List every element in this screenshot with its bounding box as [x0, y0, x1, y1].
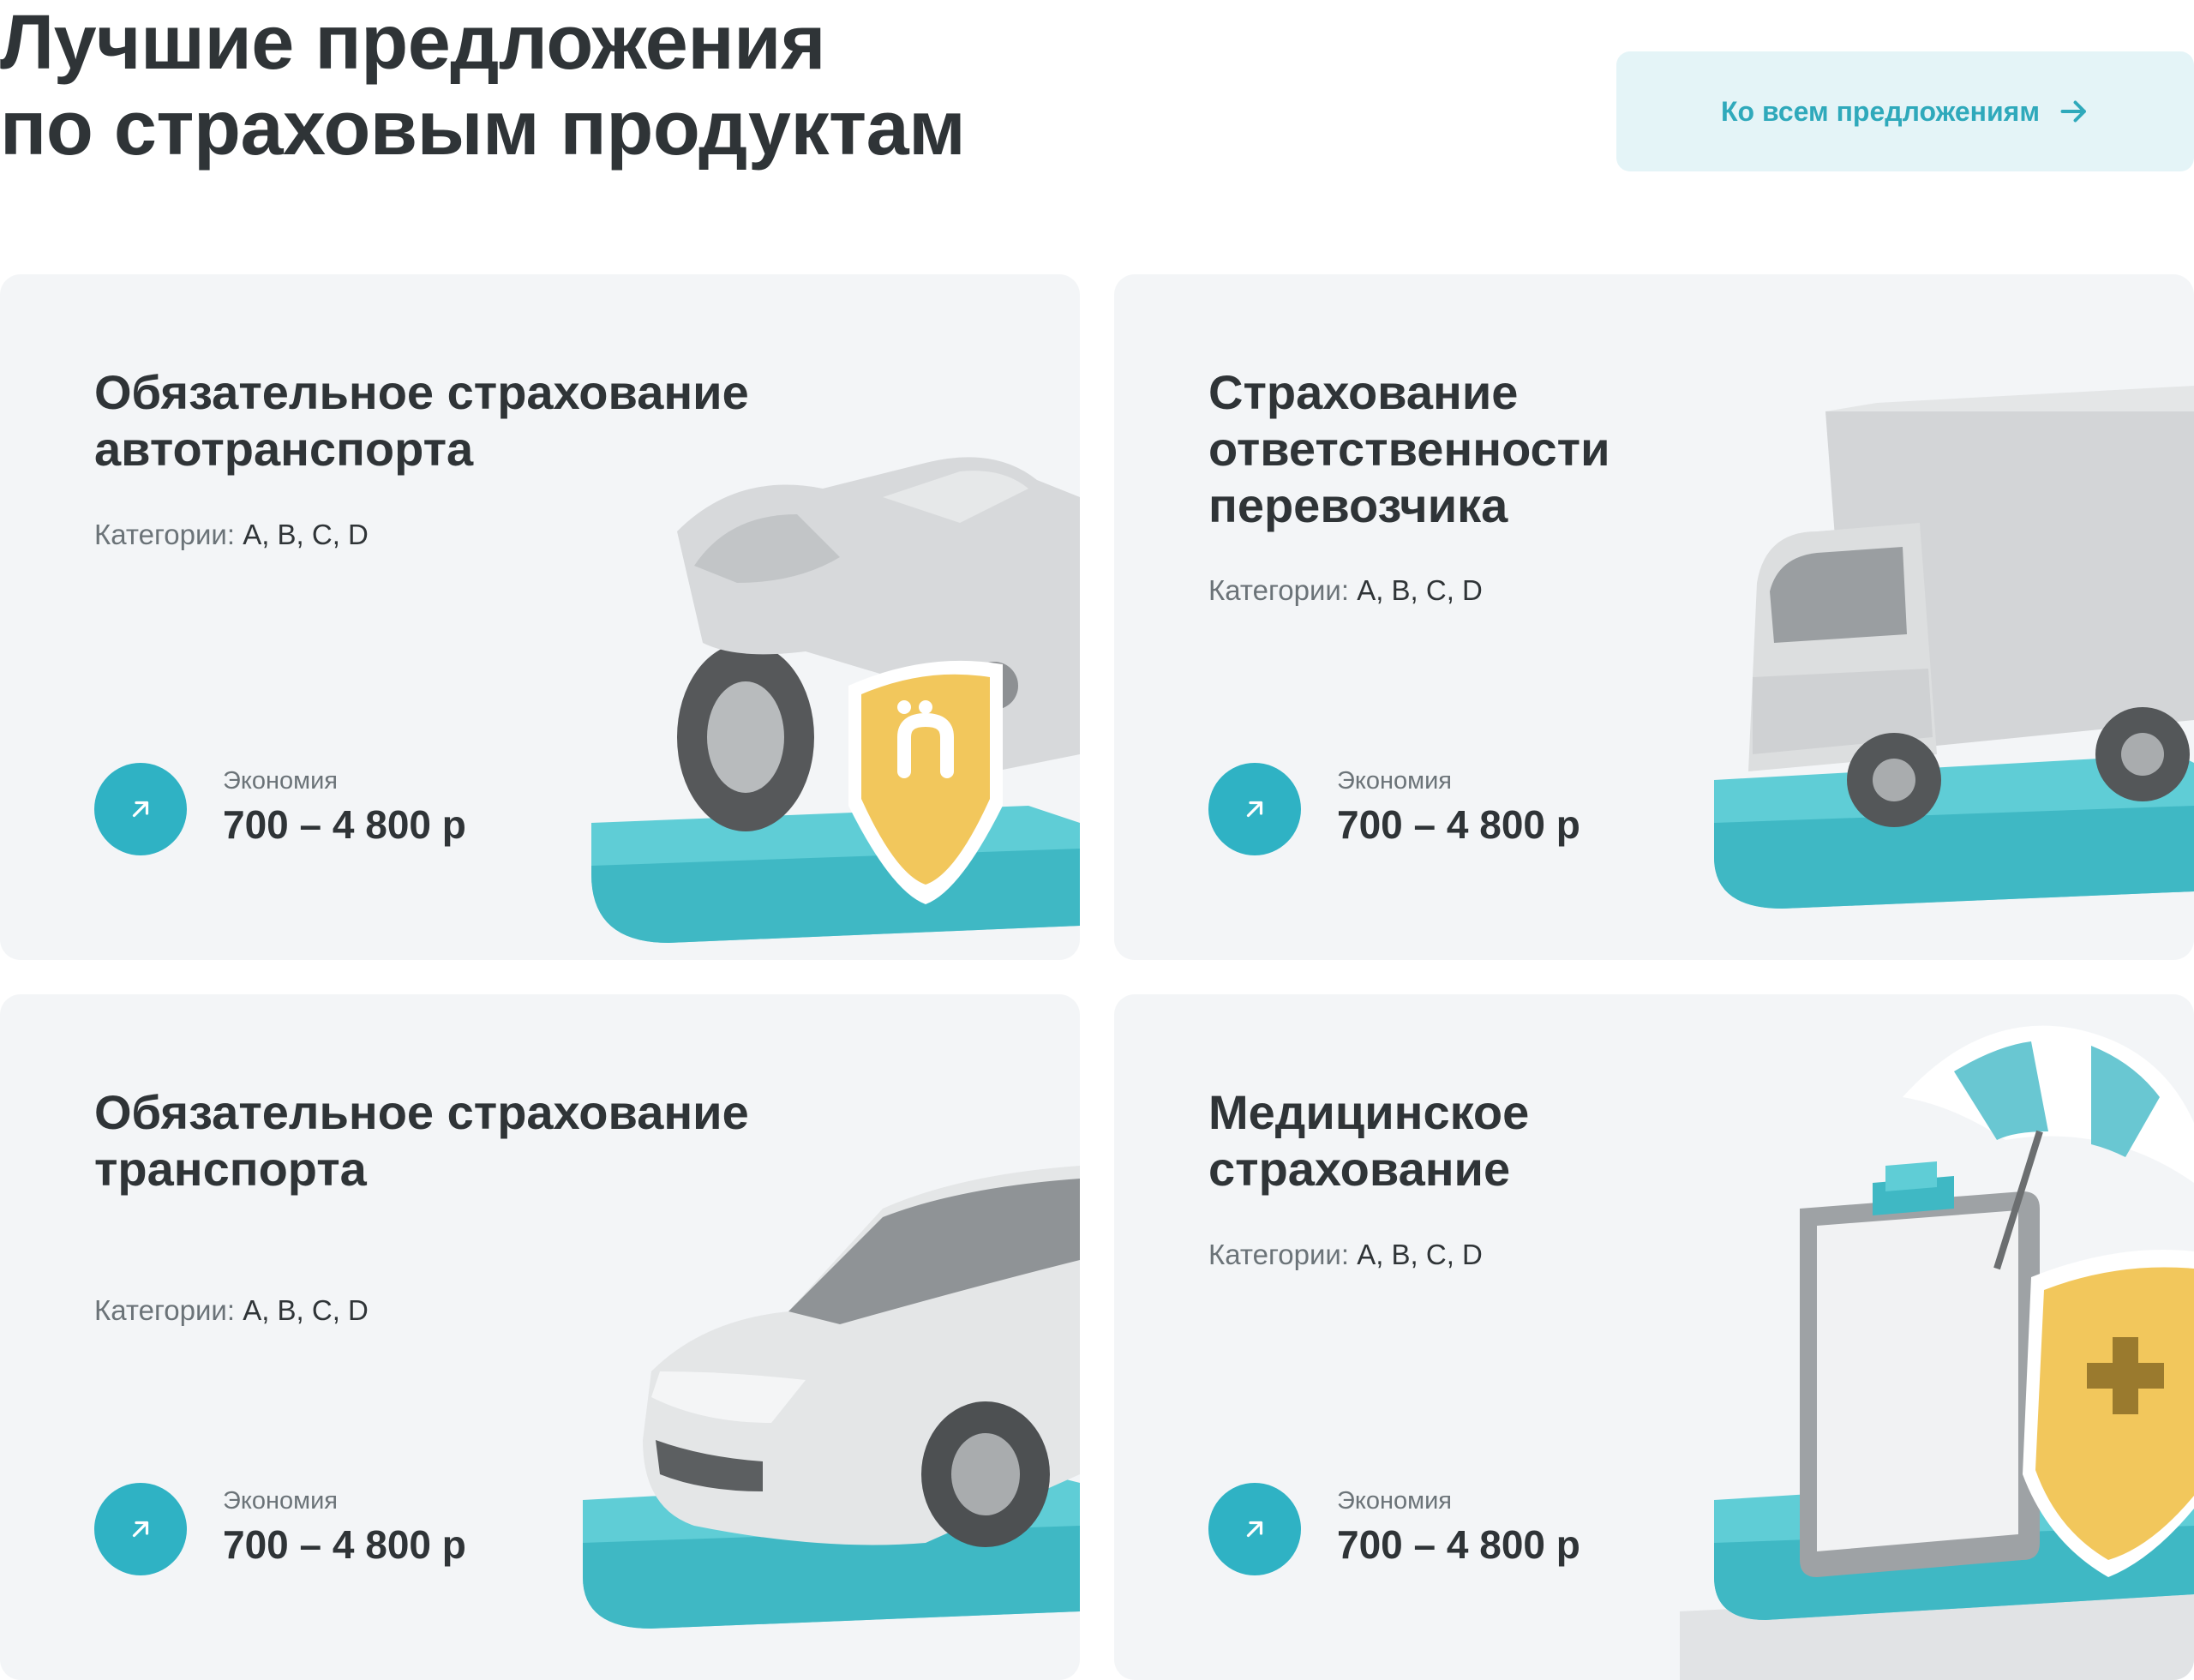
card-title-line: Медицинское — [1208, 1085, 1530, 1139]
saving-value: 700 – 4 800 р — [1337, 1522, 1580, 1567]
card-title-line: ответственности — [1208, 422, 1610, 476]
categories-value: A, B, C, D — [243, 519, 369, 550]
categories-value: A, B, C, D — [1357, 1239, 1483, 1270]
card-title: Страхование ответственности перевозчика — [1208, 364, 1610, 534]
arrow-up-right-icon — [1246, 801, 1263, 818]
categories-value: A, B, C, D — [1357, 574, 1483, 606]
saving-label: Экономия — [223, 1487, 338, 1515]
saving-label: Экономия — [1337, 1487, 1452, 1515]
card-title: Медицинское страхование — [1208, 1084, 1529, 1197]
motorcycle-shield-icon — [591, 457, 1080, 943]
page-title-line-1: Лучшие предложения — [0, 0, 826, 86]
saving-value: 700 – 4 800 р — [223, 802, 466, 847]
saving-label: Экономия — [1337, 767, 1452, 795]
offer-card-carrier-liability[interactable]: Страхование ответственности перевозчика … — [1114, 274, 2194, 960]
categories-label: Категории: — [1208, 574, 1350, 606]
offer-card-osago-auto[interactable]: Обязательное страхование автотранспорта … — [0, 274, 1080, 960]
categories-label: Категории: — [94, 519, 236, 550]
arrow-up-right-icon — [132, 801, 149, 818]
truck-icon — [1714, 386, 2194, 909]
open-offer-button[interactable] — [94, 763, 187, 855]
page-title: Лучшие предложения по страховым продукта… — [0, 0, 966, 171]
page-title-line-2: по страховым продуктам — [0, 86, 966, 171]
saving-label: Экономия — [223, 767, 338, 795]
categories-label: Категории: — [94, 1294, 236, 1326]
open-offer-button[interactable] — [94, 1483, 187, 1575]
saving-value: 700 – 4 800 р — [1337, 802, 1580, 847]
card-title-line: Страхование — [1208, 365, 1519, 419]
categories-label: Категории: — [1208, 1239, 1350, 1270]
card-title-line: страхование — [1208, 1142, 1511, 1196]
card-title-line: перевозчика — [1208, 478, 1508, 532]
arrow-right-icon — [2060, 100, 2086, 123]
categories: Категории: A, B, C, D — [94, 519, 369, 551]
categories-value: A, B, C, D — [243, 1294, 369, 1326]
offer-card-medical[interactable]: Медицинское страхование Категории: A, B,… — [1114, 994, 2194, 1680]
categories: Категории: A, B, C, D — [1208, 1239, 1483, 1271]
categories: Категории: A, B, C, D — [94, 1294, 369, 1327]
open-offer-button[interactable] — [1208, 1483, 1301, 1575]
arrow-up-right-icon — [132, 1521, 149, 1538]
all-offers-button[interactable]: Ко всем предложениям — [1616, 51, 2194, 171]
categories: Категории: A, B, C, D — [1208, 574, 1483, 607]
car-icon — [583, 1166, 1080, 1629]
saving-value: 700 – 4 800 р — [223, 1522, 466, 1567]
open-offer-button[interactable] — [1208, 763, 1301, 855]
all-offers-label: Ко всем предложениям — [1721, 95, 2040, 127]
clipboard-umbrella-shield-icon — [1680, 1025, 2194, 1680]
offer-card-osago-transport[interactable]: Обязательное страхование транспорта Кате… — [0, 994, 1080, 1680]
arrow-up-right-icon — [1246, 1521, 1263, 1538]
